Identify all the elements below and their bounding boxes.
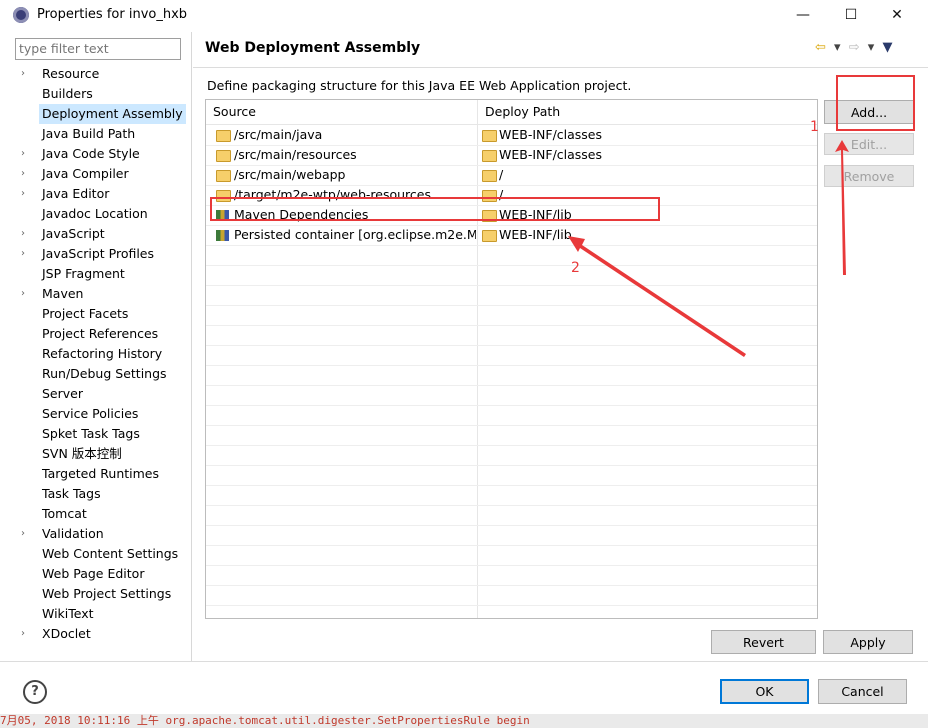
annotation-arrow-2 [568,236,746,357]
annotation-arrows [568,140,849,357]
annotation-arrow-1 [835,140,849,275]
